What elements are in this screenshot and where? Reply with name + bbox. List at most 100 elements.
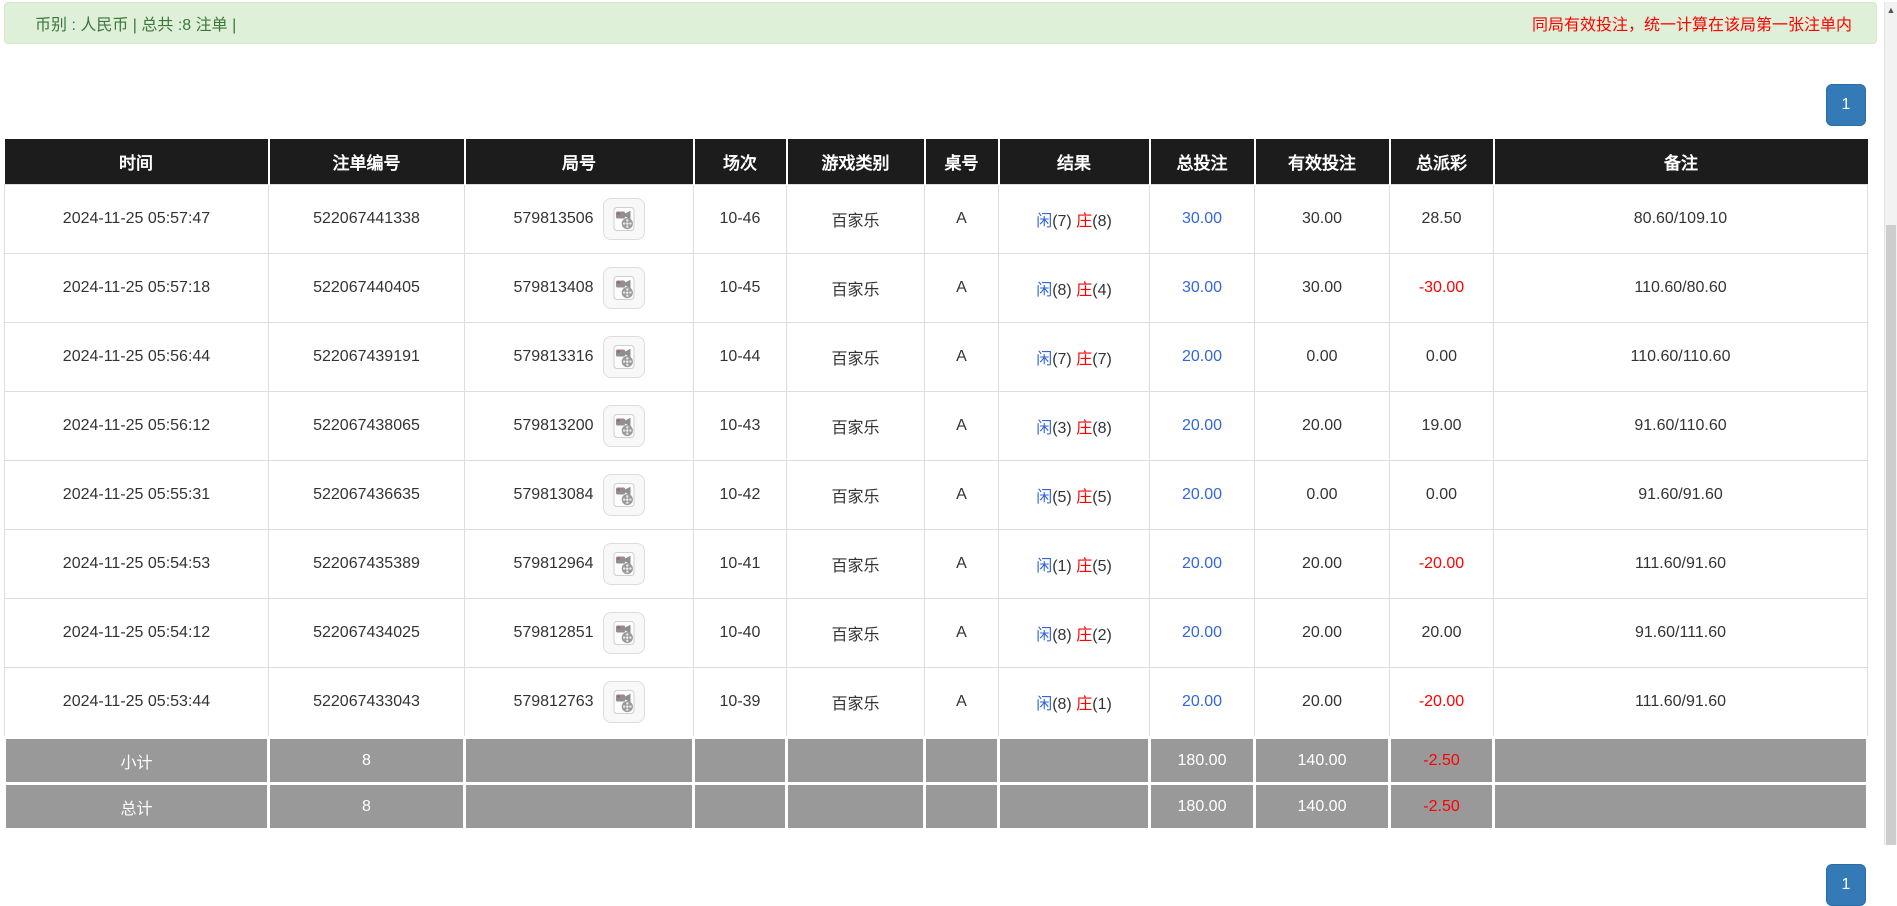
- bet-id-cell: 522067435389: [268, 529, 465, 599]
- subtotal-valid-bet: 140.00: [1253, 736, 1391, 785]
- banker-result: 庄: [1076, 420, 1093, 437]
- video-replay-button[interactable]: [602, 198, 645, 240]
- valid-bet-cell: 30.00: [1254, 253, 1390, 323]
- round-id-cell: 579812763: [464, 667, 694, 738]
- payout-cell: 0.00: [1389, 322, 1494, 392]
- game-type-cell: 百家乐: [786, 391, 925, 461]
- round-id-text: 579813316: [513, 348, 594, 365]
- remark-cell: 91.60/111.60: [1493, 598, 1868, 668]
- result-cell: 闲(8) 庄(1): [998, 667, 1150, 738]
- total-row: 总计 8 180.00 140.00 -2.50: [3, 782, 1869, 831]
- video-replay-button[interactable]: [602, 543, 645, 585]
- game-type-cell: 百家乐: [786, 184, 925, 254]
- banker-result: 庄: [1076, 489, 1093, 506]
- bet-id-cell: 522067440405: [268, 253, 465, 323]
- valid-bet-cell: 20.00: [1254, 391, 1390, 461]
- total-bet-cell[interactable]: 30.00: [1149, 253, 1255, 323]
- player-result: 闲: [1036, 213, 1053, 230]
- total-bet-cell[interactable]: 20.00: [1149, 529, 1255, 599]
- vertical-scrollbar[interactable]: ▲: [1884, 2, 1897, 845]
- table-row: 2024-11-25 05:57:47 522067441338 5798135…: [4, 184, 1868, 254]
- round-id-cell: 579813084: [464, 460, 694, 530]
- currency-info-bar: 币别 : 人民币 | 总共 :8 注单 | 同局有效投注，统一计算在该局第一张注…: [4, 2, 1877, 44]
- table-row: 2024-11-25 05:57:18 522067440405 5798134…: [4, 253, 1868, 323]
- banker-result: 庄: [1076, 696, 1093, 713]
- subtotal-count: 8: [267, 736, 466, 785]
- col-payout: 总派彩: [1388, 139, 1494, 185]
- video-replay-button[interactable]: [602, 267, 645, 309]
- page-button-1[interactable]: 1: [1826, 84, 1866, 126]
- round-id-text: 579813408: [513, 279, 594, 296]
- game-type-cell: 百家乐: [786, 460, 925, 530]
- subtotal-row: 小计 8 180.00 140.00 -2.50: [3, 736, 1869, 785]
- valid-bet-cell: 0.00: [1254, 322, 1390, 392]
- table-row: 2024-11-25 05:55:31 522067436635 5798130…: [4, 460, 1868, 530]
- video-camera-icon: [613, 345, 635, 369]
- same-round-notice-text: 同局有效投注，统一计算在该局第一张注单内: [1531, 17, 1852, 34]
- round-id-cell: 579813408: [464, 253, 694, 323]
- bet-id-cell: 522067439191: [268, 322, 465, 392]
- game-type-cell: 百家乐: [786, 322, 925, 392]
- payout-cell: -20.00: [1389, 529, 1494, 599]
- total-total-bet: 180.00: [1148, 782, 1256, 831]
- result-cell: 闲(1) 庄(5): [998, 529, 1150, 599]
- col-remark: 备注: [1492, 139, 1868, 185]
- total-bet-cell[interactable]: 20.00: [1149, 598, 1255, 668]
- remark-cell: 91.60/110.60: [1493, 391, 1868, 461]
- session-cell: 10-45: [693, 253, 787, 323]
- result-cell: 闲(5) 庄(5): [998, 460, 1150, 530]
- total-bet-cell[interactable]: 20.00: [1149, 322, 1255, 392]
- video-camera-icon: [613, 414, 635, 438]
- currency-summary-text: 币别 : 人民币 | 总共 :8 注单 |: [35, 17, 237, 34]
- video-camera-icon: [613, 207, 635, 231]
- video-replay-button[interactable]: [602, 612, 645, 654]
- round-id-text: 579813200: [513, 417, 594, 434]
- table-header-row: 时间 注单编号 局号 场次 游戏类别 桌号 结果 总投注 有效投注 总派彩 备注: [4, 139, 1868, 185]
- total-bet-cell[interactable]: 20.00: [1149, 460, 1255, 530]
- up-arrow-icon[interactable]: ▲: [1885, 5, 1897, 15]
- result-cell: 闲(8) 庄(4): [998, 253, 1150, 323]
- player-result: 闲: [1036, 696, 1053, 713]
- player-result: 闲: [1036, 420, 1053, 437]
- pagination-bottom: 1: [0, 864, 1866, 906]
- video-replay-button[interactable]: [602, 336, 645, 378]
- round-id-cell: 579813506: [464, 184, 694, 254]
- col-valid-bet: 有效投注: [1253, 139, 1390, 185]
- table-row: 2024-11-25 05:54:12 522067434025 5798128…: [4, 598, 1868, 668]
- col-result: 结果: [997, 139, 1150, 185]
- pagination-top: 1: [0, 84, 1866, 126]
- total-bet-cell[interactable]: 30.00: [1149, 184, 1255, 254]
- total-bet-cell[interactable]: 20.00: [1149, 667, 1255, 738]
- remark-cell: 111.60/91.60: [1493, 529, 1868, 599]
- bet-id-cell: 522067436635: [268, 460, 465, 530]
- total-bet-cell[interactable]: 20.00: [1149, 391, 1255, 461]
- table-no-cell: A: [924, 184, 999, 254]
- round-id-text: 579812964: [513, 555, 594, 572]
- table-no-cell: A: [924, 667, 999, 738]
- session-cell: 10-42: [693, 460, 787, 530]
- round-id-cell: 579812851: [464, 598, 694, 668]
- player-result: 闲: [1036, 282, 1053, 299]
- round-id-text: 579812763: [513, 693, 594, 710]
- video-camera-icon: [613, 621, 635, 645]
- valid-bet-cell: 20.00: [1254, 667, 1390, 738]
- valid-bet-cell: 30.00: [1254, 184, 1390, 254]
- time-cell: 2024-11-25 05:57:18: [4, 253, 269, 323]
- game-type-cell: 百家乐: [786, 667, 925, 738]
- banker-result: 庄: [1076, 558, 1093, 575]
- time-cell: 2024-11-25 05:56:12: [4, 391, 269, 461]
- valid-bet-cell: 0.00: [1254, 460, 1390, 530]
- scrollbar-thumb[interactable]: [1886, 225, 1896, 845]
- video-replay-button[interactable]: [602, 405, 645, 447]
- session-cell: 10-40: [693, 598, 787, 668]
- page-button-1-bottom[interactable]: 1: [1826, 864, 1866, 906]
- video-replay-button[interactable]: [602, 474, 645, 516]
- video-replay-button[interactable]: [602, 681, 645, 723]
- col-session: 场次: [692, 139, 787, 185]
- table-row: 2024-11-25 05:53:44 522067433043 5798127…: [4, 667, 1868, 738]
- col-table-no: 桌号: [923, 139, 999, 185]
- round-id-cell: 579812964: [464, 529, 694, 599]
- payout-cell: 20.00: [1389, 598, 1494, 668]
- time-cell: 2024-11-25 05:55:31: [4, 460, 269, 530]
- total-payout: -2.50: [1388, 782, 1495, 831]
